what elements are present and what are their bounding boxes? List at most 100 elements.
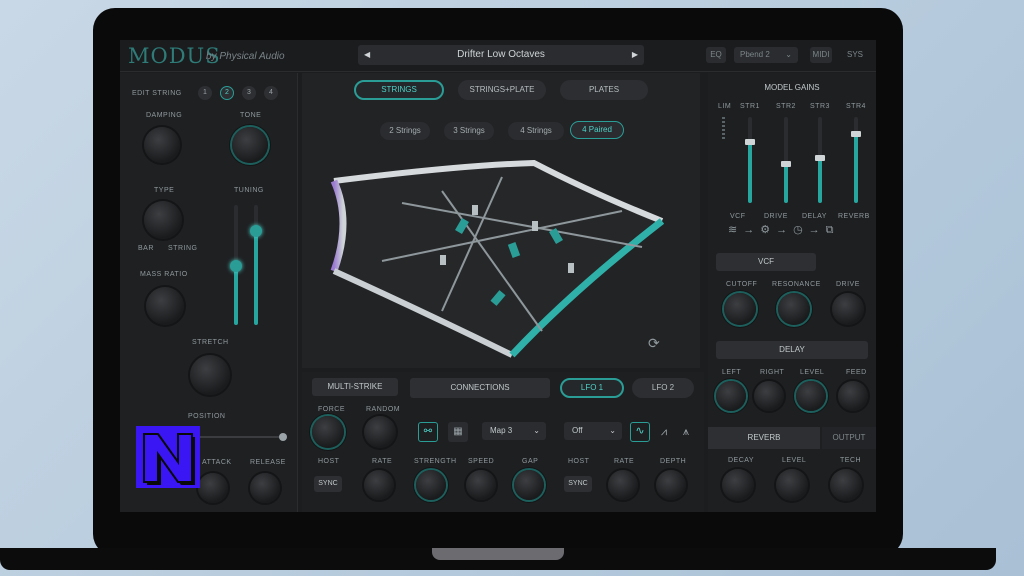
drive-label: DRIVE	[836, 281, 860, 288]
tone-knob[interactable]	[232, 127, 268, 163]
type-string-label: STRING	[168, 245, 198, 252]
string-1-button[interactable]: 1	[198, 86, 212, 100]
mass-ratio-knob[interactable]	[146, 287, 184, 325]
chip-2-strings[interactable]: 2 Strings	[380, 122, 430, 140]
string-4-button[interactable]: 4	[264, 86, 278, 100]
lfo2-tab[interactable]: LFO 2	[632, 378, 694, 398]
top-bar: MODUS by Physical Audio ◀ Drifter Low Oc…	[120, 40, 876, 72]
release-knob[interactable]	[250, 473, 280, 503]
reverb-section[interactable]: REVERB	[708, 427, 820, 449]
attack-knob[interactable]	[198, 473, 228, 503]
str2-fader[interactable]	[781, 117, 791, 203]
damping-knob[interactable]	[144, 127, 180, 163]
midi-button[interactable]: MIDI	[810, 47, 832, 63]
decay-knob[interactable]	[722, 469, 754, 501]
output-section[interactable]: OUTPUT	[822, 427, 876, 449]
lfo1-tab[interactable]: LFO 1	[560, 378, 624, 398]
speed-knob[interactable]	[466, 470, 496, 500]
random-label: RANDOM	[366, 406, 401, 413]
vcf-section[interactable]: VCF	[716, 253, 816, 271]
cutoff-knob[interactable]	[724, 293, 756, 325]
fader-label-str2: STR2	[776, 103, 796, 110]
tech-knob[interactable]	[830, 469, 862, 501]
reverb-level-knob[interactable]	[776, 469, 808, 501]
delay-feed-knob[interactable]	[838, 381, 868, 411]
chevron-down-icon: ⌄	[609, 426, 616, 435]
fx-label-drive: DRIVE	[764, 213, 788, 220]
chip-4-paired[interactable]: 4 Paired	[570, 121, 624, 139]
tab-strings[interactable]: STRINGS	[354, 80, 444, 100]
link-icon[interactable]: ⚯	[418, 422, 438, 442]
stretch-knob[interactable]	[190, 355, 230, 395]
delay-level-knob[interactable]	[796, 381, 826, 411]
sys-button[interactable]: SYS	[844, 47, 866, 63]
plate-3d-view[interactable]	[322, 151, 682, 363]
right-panel: MODEL GAINS LIM STR1 STR2 STR3 STR4 VCF …	[708, 73, 876, 512]
host2-label: HOST	[568, 458, 590, 465]
depth-knob[interactable]	[656, 470, 686, 500]
preset-selector[interactable]: ◀ Drifter Low Octaves ▶	[358, 45, 644, 65]
fader-label-str4: STR4	[846, 103, 866, 110]
type-bar-label: BAR	[138, 245, 154, 252]
str4-fader[interactable]	[851, 117, 861, 203]
str1-fader[interactable]	[745, 117, 755, 203]
string-2-button[interactable]: 2	[220, 86, 234, 100]
pbend-dropdown[interactable]: Pbend 2 ⌄	[734, 47, 798, 63]
delay-section[interactable]: DELAY	[716, 341, 868, 359]
lfo-shape-value: Off	[572, 426, 583, 435]
multi-strike-tab[interactable]: MULTI-STRIKE	[312, 378, 398, 396]
chevron-down-icon: ⌄	[785, 50, 792, 59]
sync-button[interactable]: SYNC	[314, 476, 342, 492]
tuning-label: TUNING	[234, 187, 264, 194]
sine-wave-icon[interactable]: ∿	[630, 422, 650, 442]
host-label: HOST	[318, 458, 340, 465]
random-knob[interactable]	[364, 416, 396, 448]
delay-right-knob[interactable]	[754, 381, 784, 411]
force-label: FORCE	[318, 406, 345, 413]
fx-chain-icons[interactable]: ≋→⚙→◷→⧉	[728, 223, 840, 237]
release-label: RELEASE	[250, 459, 286, 466]
force-knob[interactable]	[312, 416, 344, 448]
drive-knob[interactable]	[832, 293, 864, 325]
map-dropdown[interactable]: Map 3 ⌄	[482, 422, 546, 440]
fader-label-str1: STR1	[740, 103, 760, 110]
rate2-label: RATE	[614, 458, 635, 465]
resonance-knob[interactable]	[778, 293, 810, 325]
delay-feed-label: FEED	[846, 369, 867, 376]
rate-knob[interactable]	[364, 470, 394, 500]
string-3-button[interactable]: 3	[242, 86, 256, 100]
delay-left-knob[interactable]	[716, 381, 746, 411]
tuning-fader-2[interactable]	[250, 205, 262, 325]
delay-right-label: RIGHT	[760, 369, 785, 376]
type-knob[interactable]	[144, 201, 182, 239]
tone-label: TONE	[240, 112, 262, 119]
tuning-fader-1[interactable]	[230, 205, 242, 325]
chip-4-strings[interactable]: 4 Strings	[508, 122, 564, 140]
triangle-right-icon[interactable]: ▶	[632, 45, 638, 65]
lfo-shape-dropdown[interactable]: Off ⌄	[564, 422, 622, 440]
gap-knob[interactable]	[514, 470, 544, 500]
triangle-left-icon[interactable]: ◀	[364, 45, 370, 65]
stretch-label: STRETCH	[192, 339, 229, 346]
strength-knob[interactable]	[416, 470, 446, 500]
lfo-rate-knob[interactable]	[608, 470, 638, 500]
attack-label: ATTACK	[202, 459, 232, 466]
eq-button[interactable]: EQ	[706, 47, 726, 63]
rotate-view-icon[interactable]: ⟳	[648, 335, 660, 352]
laptop-notch	[432, 548, 564, 560]
lfo-sync-button[interactable]: SYNC	[564, 476, 592, 492]
mass-ratio-label: MASS RATIO	[140, 271, 188, 278]
tab-strings-plate[interactable]: STRINGS+PLATE	[458, 80, 546, 100]
saw-wave-icon[interactable]: ⩘	[654, 422, 674, 442]
plugin-window: MODUS by Physical Audio ◀ Drifter Low Oc…	[120, 40, 876, 512]
random-wave-icon[interactable]: ⩚	[676, 422, 696, 442]
connections-tab[interactable]: CONNECTIONS	[410, 378, 550, 398]
chip-3-strings[interactable]: 3 Strings	[444, 122, 494, 140]
speed-label: SPEED	[468, 458, 495, 465]
grid-icon[interactable]: ▦	[448, 422, 468, 442]
fx-label-reverb: REVERB	[838, 213, 870, 220]
str3-fader[interactable]	[815, 117, 825, 203]
depth-label: DEPTH	[660, 458, 687, 465]
model-gains-title: MODEL GAINS	[764, 83, 820, 92]
tab-plates[interactable]: PLATES	[560, 80, 648, 100]
